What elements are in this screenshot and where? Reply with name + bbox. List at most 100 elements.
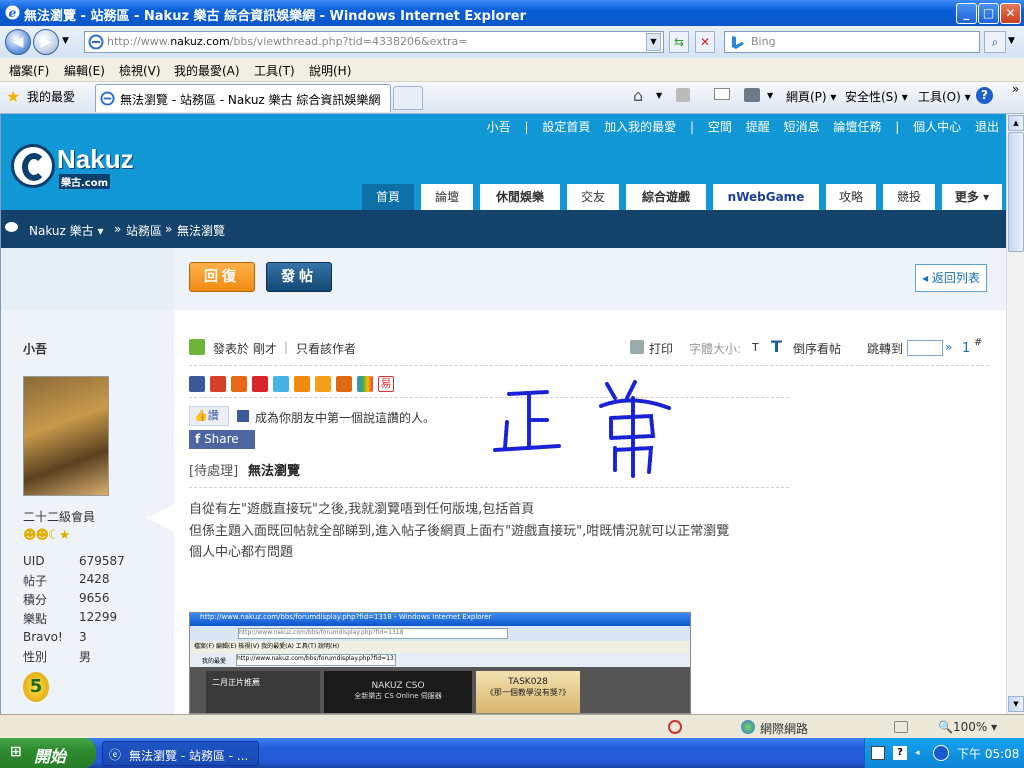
share-icon-7[interactable]	[315, 376, 331, 392]
share-icon-6[interactable]	[294, 376, 310, 392]
post-body-line-1: 自從有左"遊戲直接玩"之後,我就瀏覽唔到任何版塊,包括首頁	[189, 502, 535, 517]
share-icon-10[interactable]: 易	[378, 376, 394, 392]
refresh-icon[interactable]: ⇆	[669, 31, 689, 53]
menu-view[interactable]: 檢視(V)	[119, 62, 161, 79]
recent-pages-dropdown-icon[interactable]: ▼	[62, 36, 69, 46]
hd-share-icon[interactable]	[336, 376, 352, 392]
toplink-reminders[interactable]: 提醒	[746, 120, 770, 134]
clock[interactable]: 下午 05:08	[957, 745, 1019, 762]
font-large-button[interactable]: T	[771, 337, 782, 356]
toolbar-more[interactable]: »	[1012, 82, 1019, 96]
jump-floor-input[interactable]	[907, 340, 943, 356]
back-to-list-button[interactable]: ◂ 返回列表	[915, 264, 987, 292]
toplink-tasks[interactable]: 論壇任務	[833, 120, 881, 134]
ime-icon[interactable]	[871, 746, 885, 760]
menu-file[interactable]: 檔案(F)	[9, 62, 49, 79]
tray-expand-icon[interactable]: ◂	[915, 748, 920, 758]
floor-number[interactable]: 1	[962, 341, 970, 356]
toplink-set-home[interactable]: 設定首頁	[542, 120, 590, 134]
breadcrumb-section[interactable]: 站務區	[126, 222, 162, 239]
google-share-icon[interactable]	[357, 376, 373, 392]
zoom-level[interactable]: 🔍100% ▾	[938, 720, 997, 734]
stop-icon[interactable]: ✕	[695, 31, 715, 53]
favorites-star-icon[interactable]: ★	[6, 87, 20, 106]
toplink-user-center[interactable]: 個人中心	[913, 120, 961, 134]
facebook-share-icon[interactable]	[189, 376, 205, 392]
back-button[interactable]: ◀	[5, 29, 31, 55]
toplink-user[interactable]: 小吾	[487, 120, 511, 134]
maximize-button[interactable]: □	[978, 3, 999, 24]
forward-button[interactable]: ▶	[33, 29, 59, 55]
nav-forum[interactable]: 論壇	[421, 184, 473, 210]
nav-home[interactable]: 首頁	[362, 184, 414, 210]
menu-help[interactable]: 說明(H)	[309, 62, 351, 79]
post-attachment-image[interactable]: http://www.nakuz.com/bbs/forumdisplay.ph…	[189, 612, 691, 714]
print-icon[interactable]	[744, 88, 760, 102]
search-box[interactable]: Bing	[724, 31, 980, 53]
toplink-add-favorite[interactable]: 加入我的最愛	[604, 120, 676, 134]
jump-go-button[interactable]: »	[945, 340, 952, 354]
search-options-icon[interactable]: ▼	[1008, 36, 1015, 46]
feeds-icon[interactable]	[676, 88, 690, 102]
blocked-icon[interactable]	[668, 720, 682, 734]
reply-button[interactable]: 回復	[189, 262, 255, 292]
tools-menu[interactable]: 工具(O) ▾	[918, 88, 971, 105]
nav-games[interactable]: 綜合遊戲	[626, 184, 706, 210]
nav-guides[interactable]: 攻略	[826, 184, 876, 210]
nav-bidding[interactable]: 競投	[883, 184, 935, 210]
twitter-share-icon[interactable]	[273, 376, 289, 392]
tab-active[interactable]: 無法瀏覽 - 站務區 - Nakuz 樂古 綜合資訊娛樂網	[95, 84, 391, 112]
like-button[interactable]: 👍讚	[189, 406, 229, 426]
address-dropdown-icon[interactable]: ▼	[646, 33, 661, 51]
window-title-bar[interactable]: e 無法瀏覽 - 站務區 - Nakuz 樂古 綜合資訊娛樂網 - Window…	[0, 0, 1024, 26]
scroll-down-icon[interactable]: ▼	[1008, 696, 1024, 712]
weibo-share-icon[interactable]	[210, 376, 226, 392]
page-menu[interactable]: 網頁(P) ▾	[786, 88, 836, 105]
breadcrumb-home[interactable]: Nakuz 樂古 ▾	[29, 222, 103, 239]
home-dropdown-icon[interactable]: ▼	[656, 91, 662, 100]
home-icon[interactable]: ⌂	[633, 86, 643, 105]
toplink-messages[interactable]: 短消息	[784, 120, 820, 134]
menu-edit[interactable]: 編輯(E)	[64, 62, 105, 79]
address-url[interactable]: http://www.nakuz.com/bbs/viewthread.php?…	[107, 35, 467, 48]
plurk-share-icon[interactable]	[231, 376, 247, 392]
start-button[interactable]: ⊞ 開始	[0, 738, 96, 768]
font-small-button[interactable]: T	[752, 341, 759, 354]
tray-app-icon[interactable]	[933, 745, 949, 761]
close-button[interactable]: ✕	[1000, 3, 1021, 24]
menu-favorites[interactable]: 我的最愛(A)	[174, 62, 240, 79]
toplink-logout[interactable]: 退出	[975, 120, 999, 134]
print-dropdown-icon[interactable]: ▼	[767, 91, 773, 100]
print-post-icon[interactable]	[630, 340, 644, 354]
site-logo[interactable]: Nakuz 樂古.com	[11, 142, 147, 190]
author-name[interactable]: 小吾	[23, 340, 47, 357]
reverse-order-link[interactable]: 倒序看帖	[793, 340, 841, 357]
new-post-button[interactable]: 發帖	[266, 262, 332, 292]
facebook-share-button[interactable]: f Share	[189, 430, 255, 449]
scroll-thumb[interactable]	[1008, 132, 1024, 252]
toplink-space[interactable]: 空間	[708, 120, 732, 134]
page-scrollbar[interactable]: ▲ ▼	[1006, 114, 1024, 714]
nav-nwebgame[interactable]: nWebGame	[713, 184, 819, 210]
nav-leisure[interactable]: 休閒娛樂	[480, 184, 560, 210]
search-go-icon[interactable]: ⌕	[984, 31, 1006, 53]
nav-more[interactable]: 更多 ▾	[942, 184, 1002, 210]
pixnet-share-icon[interactable]	[252, 376, 268, 392]
favorites-button[interactable]: 我的最愛	[27, 88, 75, 105]
menu-tools[interactable]: 工具(T)	[254, 62, 295, 79]
nav-friends[interactable]: 交友	[567, 184, 619, 210]
protected-mode-icon[interactable]	[894, 721, 908, 733]
scroll-up-icon[interactable]: ▲	[1008, 115, 1024, 131]
print-link[interactable]: 打印	[649, 340, 673, 357]
minimize-button[interactable]: _	[956, 3, 977, 24]
help-tray-icon[interactable]: ?	[893, 746, 907, 760]
mail-icon[interactable]	[714, 88, 730, 100]
safety-menu[interactable]: 安全性(S) ▾	[845, 88, 908, 105]
taskbar-ie-window[interactable]: ⓔ 無法瀏覽 - 站務區 - ...	[102, 741, 259, 766]
help-icon[interactable]: ?	[976, 87, 993, 104]
new-tab-button[interactable]	[393, 86, 423, 110]
address-bar[interactable]: http://www.nakuz.com/bbs/viewthread.php?…	[84, 31, 664, 53]
only-author-link[interactable]: 只看該作者	[296, 340, 356, 357]
post-tag[interactable]: [待處理]	[189, 460, 238, 479]
author-avatar[interactable]	[23, 376, 109, 496]
